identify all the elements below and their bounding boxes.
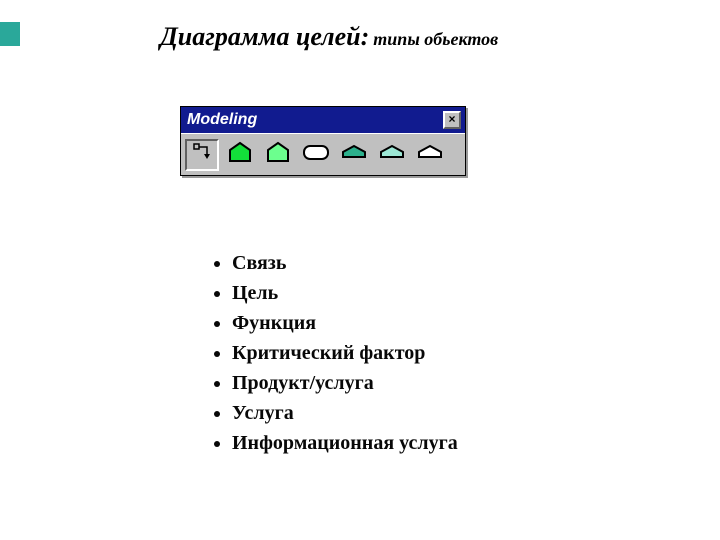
product-service-tool[interactable] <box>337 139 371 171</box>
close-icon: × <box>448 112 455 126</box>
toolbar <box>181 133 465 175</box>
window-title: Modeling <box>187 111 257 129</box>
page-title-main: Диаграмма целей: <box>160 22 369 51</box>
list-item: Функция <box>232 308 458 338</box>
list-item: Цель <box>232 278 458 308</box>
function-tool[interactable] <box>261 139 295 171</box>
decorative-accent <box>0 22 20 46</box>
titlebar[interactable]: Modeling × <box>181 107 465 133</box>
critical-factor-icon <box>302 142 330 167</box>
service-tool[interactable] <box>375 139 409 171</box>
goal-tool[interactable] <box>223 139 257 171</box>
link-tool[interactable] <box>185 139 219 171</box>
page-title: Диаграмма целей: типы обьектов <box>160 22 498 52</box>
legend-list: СвязьЦельФункцияКритический факторПродук… <box>210 248 458 458</box>
goal-icon <box>227 141 253 168</box>
critical-factor-tool[interactable] <box>299 139 333 171</box>
service-icon <box>378 144 406 165</box>
info-service-icon <box>416 144 444 165</box>
list-item: Критический фактор <box>232 338 458 368</box>
list-item: Услуга <box>232 398 458 428</box>
product-service-icon <box>340 144 368 165</box>
close-button[interactable]: × <box>443 111 461 129</box>
function-icon <box>265 141 291 168</box>
list-item: Продукт/услуга <box>232 368 458 398</box>
list-item: Связь <box>232 248 458 278</box>
info-service-tool[interactable] <box>413 139 447 171</box>
link-icon <box>191 141 213 168</box>
page-title-sub: типы обьектов <box>373 29 498 49</box>
modeling-toolbar-window: Modeling × <box>180 106 466 176</box>
list-item: Информационная услуга <box>232 428 458 458</box>
